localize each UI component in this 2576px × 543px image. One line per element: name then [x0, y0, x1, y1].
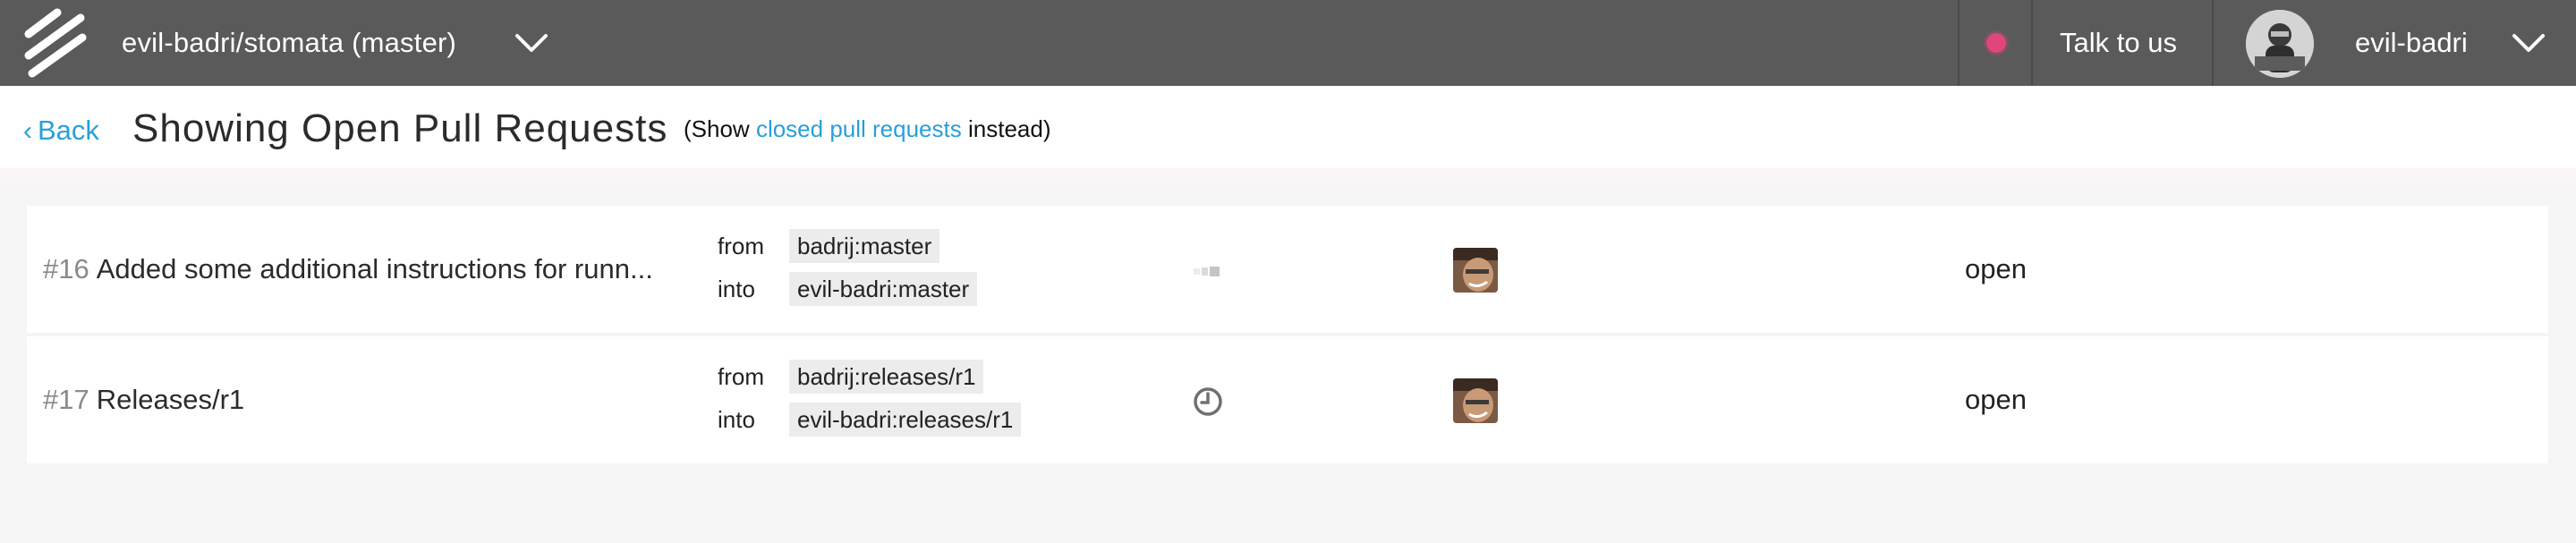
target-branch: evil-badri:master [789, 272, 978, 306]
back-link[interactable]: ‹ Back [23, 113, 99, 148]
repo-selector-label[interactable]: evil-badri/stomata (master) [122, 0, 456, 86]
author-avatar[interactable] [1453, 248, 1498, 293]
target-branch: evil-badri:releases/r1 [789, 403, 1022, 437]
clock-icon [1194, 387, 1222, 416]
closed-pull-requests-link[interactable]: closed pull requests [756, 115, 962, 142]
show-closed-toggle: (Show closed pull requests instead) [684, 113, 1050, 145]
divider [1958, 0, 1960, 86]
divider [2212, 0, 2214, 86]
pull-request-number: #17 [43, 384, 89, 415]
header-shadow [0, 168, 2576, 204]
app-logo-icon[interactable] [21, 7, 89, 79]
user-avatar[interactable] [2246, 10, 2314, 78]
page-title: Showing Open Pull Requests [132, 106, 668, 150]
talk-to-us-button[interactable]: Talk to us [2060, 0, 2177, 86]
pull-request-title-text: Added some additional instructions for r… [96, 253, 653, 284]
pull-request-title[interactable]: #16 Added some additional instructions fo… [43, 206, 705, 333]
user-avatar-photo [2246, 10, 2314, 78]
from-label: from [718, 363, 764, 390]
into-label: into [718, 276, 755, 302]
pending-bars-icon [1194, 267, 1220, 276]
source-branch: badrij:releases/r1 [789, 360, 984, 394]
author-avatar[interactable] [1453, 378, 1498, 423]
pull-request-title-text: Releases/r1 [96, 384, 245, 415]
pull-request-state: open [1965, 384, 2027, 415]
pull-request-title[interactable]: #17 Releases/r1 [43, 336, 705, 463]
show-prefix: (Show [684, 115, 750, 142]
top-bar: evil-badri/stomata (master) Talk to us e… [0, 0, 2576, 86]
chevron-left-icon: ‹ [23, 116, 32, 146]
chevron-down-icon[interactable] [2509, 29, 2548, 57]
notification-dot-icon[interactable] [1986, 33, 2006, 53]
from-label: from [718, 233, 764, 259]
pull-request-state: open [1965, 253, 2027, 284]
into-label: into [718, 406, 755, 433]
author-avatar-photo [1453, 248, 1498, 293]
divider [2031, 0, 2033, 86]
username-label[interactable]: evil-badri [2355, 0, 2468, 86]
chevron-down-icon[interactable] [512, 29, 551, 57]
back-label: Back [38, 115, 99, 146]
author-avatar-photo [1453, 378, 1498, 423]
pull-request-number: #16 [43, 253, 89, 284]
source-branch: badrij:master [789, 229, 940, 263]
pull-request-row[interactable]: #17 Releases/r1 from badrij:releases/r1 i… [27, 336, 2548, 463]
pull-request-row[interactable]: #16 Added some additional instructions fo… [27, 206, 2548, 333]
show-suffix: instead) [967, 115, 1051, 142]
